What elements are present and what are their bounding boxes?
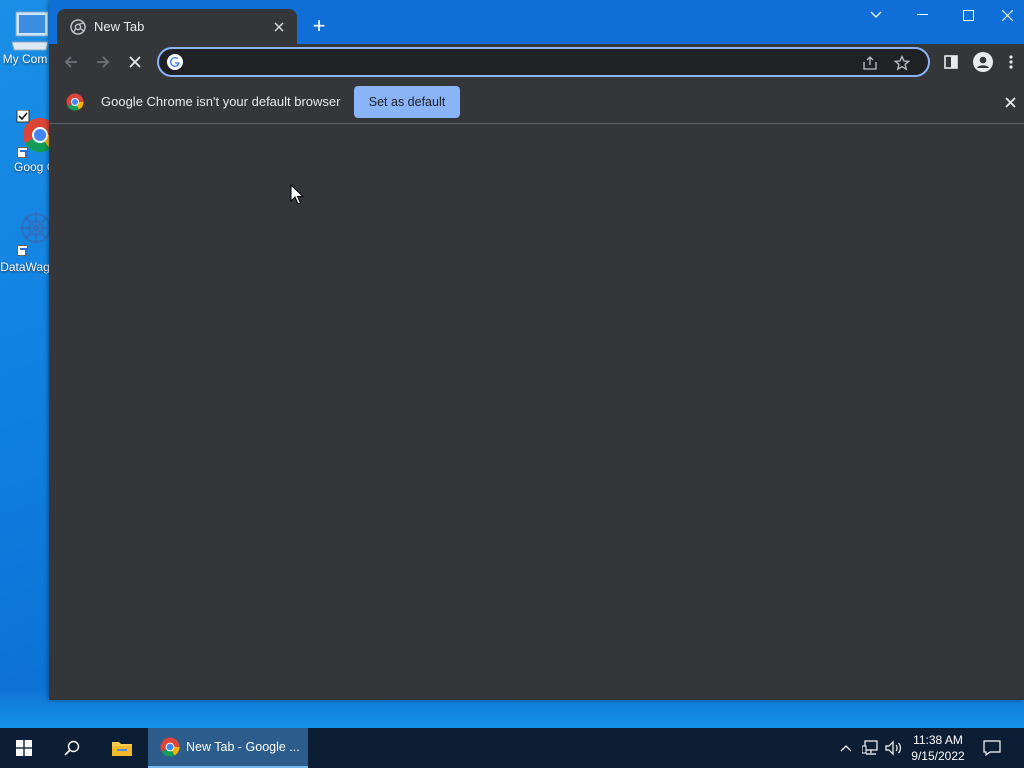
computer-icon <box>2 6 49 52</box>
browser-toolbar <box>49 44 1024 79</box>
chrome-logo-icon <box>66 93 84 111</box>
tab-close-icon[interactable] <box>269 17 289 37</box>
desktop-icon-my-computer[interactable]: My Com <box>0 6 50 66</box>
page-content[interactable] <box>49 125 1024 700</box>
infobar-close-icon[interactable] <box>1000 92 1020 112</box>
google-g-icon <box>167 54 183 70</box>
file-explorer-button[interactable] <box>98 728 146 768</box>
tab-title: New Tab <box>94 19 145 34</box>
minimize-button[interactable] <box>899 0 945 30</box>
profile-button[interactable] <box>969 48 997 76</box>
back-button[interactable] <box>57 48 85 76</box>
tab-new-tab[interactable]: New Tab <box>57 9 297 44</box>
chrome-taskbar-icon <box>160 737 180 757</box>
minimize-icon <box>916 14 928 15</box>
shortcut-arrow-icon <box>17 147 28 158</box>
back-arrow-icon <box>64 56 77 68</box>
close-icon <box>1002 9 1013 21</box>
stop-loading-button[interactable] <box>121 48 149 76</box>
title-bar[interactable]: New Tab + <box>49 0 1024 44</box>
side-panel-button[interactable] <box>937 48 965 76</box>
bookmark-star-icon[interactable] <box>892 53 912 73</box>
taskbar-app-label: New Tab - Google ... <box>186 740 300 754</box>
forward-arrow-icon <box>97 56 110 68</box>
set-as-default-button[interactable]: Set as default <box>354 86 460 118</box>
forward-button[interactable] <box>89 48 117 76</box>
taskbar: New Tab - Google ... 11:38 AM 9/15/2022 <box>0 728 1024 768</box>
taskbar-chrome-app[interactable]: New Tab - Google ... <box>148 728 308 768</box>
datawagon-icon <box>2 204 52 256</box>
clock-date: 9/15/2022 <box>911 749 965 763</box>
mouse-cursor-icon <box>290 184 304 205</box>
chrome-window: New Tab + Google Chrome isn't your defau… <box>49 0 1024 700</box>
address-input[interactable] <box>191 53 851 71</box>
system-clock[interactable]: 11:38 AM 9/15/2022 <box>906 732 970 764</box>
maximize-button[interactable] <box>945 0 991 30</box>
start-button[interactable] <box>0 728 48 768</box>
search-icon <box>64 740 80 756</box>
volume-icon[interactable] <box>884 738 904 758</box>
chrome-icon <box>2 104 56 158</box>
search-button[interactable] <box>48 728 96 768</box>
default-browser-infobar: Google Chrome isn't your default browser… <box>49 79 1024 124</box>
infobar-message: Google Chrome isn't your default browser <box>101 94 341 109</box>
stop-x-icon <box>129 56 141 68</box>
desktop-icon-label: DataWag <box>0 260 50 274</box>
chevron-down-icon <box>870 11 882 18</box>
maximize-icon <box>962 9 974 21</box>
menu-button[interactable] <box>1001 48 1021 76</box>
share-icon[interactable] <box>860 53 880 73</box>
address-bar[interactable] <box>157 47 930 77</box>
notifications-icon[interactable] <box>982 738 1002 758</box>
desktop-icon-google-chrome[interactable]: Goog Chron <box>0 104 56 174</box>
folder-icon <box>112 742 132 756</box>
desktop-icon-datawagon[interactable]: DataWag <box>0 204 52 274</box>
profile-avatar-icon <box>973 52 993 72</box>
windows-logo-icon <box>16 740 32 756</box>
new-tab-button[interactable]: + <box>307 13 331 38</box>
kebab-menu-icon <box>1009 55 1013 69</box>
shortcut-arrow-icon <box>17 245 28 256</box>
side-panel-icon <box>944 55 958 69</box>
desktop-icon-label: Goog Chron <box>14 160 50 174</box>
clock-time: 11:38 AM <box>913 733 963 747</box>
chrome-tab-icon <box>70 18 86 35</box>
tab-search-button[interactable] <box>853 0 899 30</box>
show-hidden-icons-chevron-up-icon[interactable] <box>836 738 856 758</box>
network-icon[interactable] <box>861 738 881 758</box>
close-window-button[interactable] <box>991 0 1024 30</box>
